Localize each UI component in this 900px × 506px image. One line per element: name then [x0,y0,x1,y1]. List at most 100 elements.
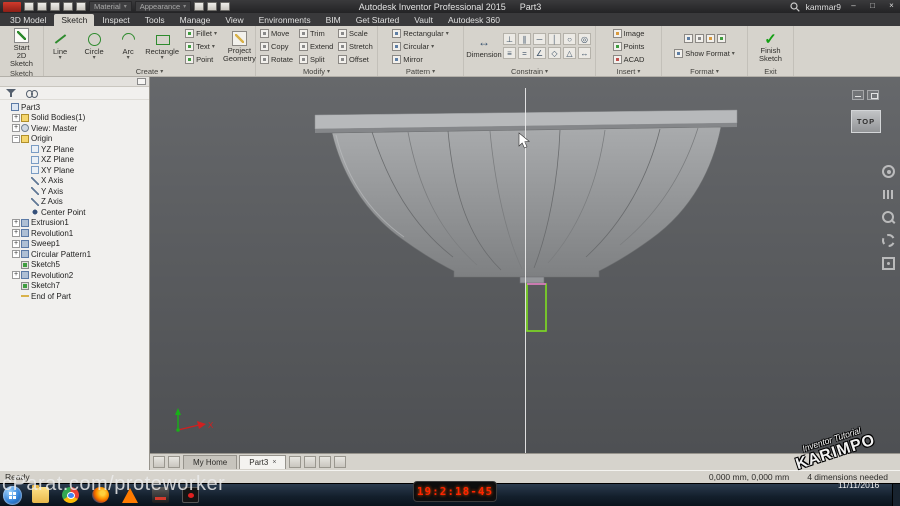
expand-toggle[interactable]: + [12,271,20,280]
ribbon-tab-bim[interactable]: BIM [319,14,348,26]
expand-toggle[interactable]: + [12,239,20,248]
coincident-constraint-button[interactable]: ∠ [533,46,546,59]
new-file-icon[interactable] [24,2,34,11]
tree-node-revolution2[interactable]: + Revolution2 [0,270,149,281]
ribbon-tab-vault[interactable]: Vault [407,14,440,26]
model-hub[interactable] [519,276,545,284]
graphics-window[interactable]: X TOP My Home Part3 × [150,77,900,470]
tree-node-part3[interactable]: Part3 [0,102,149,113]
start-2d-sketch-button[interactable]: Start 2D Sketch [5,27,39,68]
sketch-rectangle[interactable] [526,283,547,332]
ribbon-tab-tools[interactable]: Tools [138,14,172,26]
tree-node-yz-plane[interactable]: YZ Plane [0,144,149,155]
docbar-icon[interactable] [319,456,332,468]
tree-node-center-point[interactable]: Center Point [0,207,149,218]
concentric-constraint-button[interactable]: ◎ [578,32,591,45]
browser-collapse-button[interactable] [137,78,146,85]
panel-label-format[interactable]: Format ▾ [662,66,747,76]
ribbon-tab-view[interactable]: View [218,14,250,26]
rectangle-button[interactable]: Rectangle ▾ [145,31,179,61]
material-browser-icon[interactable] [207,2,218,11]
rotate-button[interactable]: Rotate [258,54,297,66]
doc-restore-button[interactable] [867,90,879,100]
ribbon-tab-manage[interactable]: Manage [173,14,218,26]
smooth-constraint-button[interactable]: ↔ [578,46,591,59]
image-button[interactable]: Image [611,27,647,39]
open-icon[interactable] [37,2,47,11]
find-icon[interactable] [26,89,39,98]
split-button[interactable]: Split [297,54,336,66]
look-at-icon[interactable] [882,257,895,270]
circle-button[interactable]: Circle ▾ [77,31,111,61]
tree-node-sweep1[interactable]: + Sweep1 [0,239,149,250]
extend-button[interactable]: Extend [297,41,336,53]
collinear-constraint-button[interactable]: ≡ [503,46,516,59]
stretch-button[interactable]: Stretch [336,41,375,53]
search-icon[interactable] [789,1,800,12]
tree-node-sketch7[interactable]: Sketch7 [0,281,149,292]
ribbon-tab-get-started[interactable]: Get Started [349,14,406,26]
fillet-button[interactable]: Fillet ▾ [183,27,219,39]
arc-button[interactable]: Arc ▾ [111,31,145,62]
ribbon-tab-sketch[interactable]: Sketch [54,14,95,26]
filter-icon[interactable] [6,88,17,98]
measure-icon[interactable] [194,2,205,11]
close-button[interactable]: × [885,1,898,12]
doc-minimize-button[interactable] [852,90,864,100]
vertical-constraint-button[interactable]: │ [548,32,561,45]
ribbon-tab-3d-model[interactable]: 3D Model [3,14,53,26]
circular-pattern-button[interactable]: Circular ▾ [390,40,450,52]
scale-button[interactable]: Scale [336,28,375,40]
panel-label-create[interactable]: Create ▾ [44,66,255,76]
docbar-icon[interactable] [334,456,347,468]
ribbon-tab-environments[interactable]: Environments [252,14,318,26]
finish-sketch-button[interactable]: FinishSketch [754,30,788,63]
symmetric-constraint-button[interactable]: ◇ [548,46,561,59]
parallel-constraint-button[interactable]: ∥ [518,32,531,45]
panel-label-constrain[interactable]: Constrain ▾ [464,66,595,76]
acad-button[interactable]: ACAD [611,53,647,65]
docbar-icon[interactable] [304,456,317,468]
format-tool-icon[interactable] [683,34,693,43]
point-button[interactable]: Point [183,53,219,65]
maximize-button[interactable]: □ [866,1,879,12]
perpendicular-constraint-button[interactable]: ⊥ [503,32,516,45]
navigation-wheel-icon[interactable] [882,165,895,178]
tree-node-revolution1[interactable]: + Revolution1 [0,228,149,239]
ribbon-tab-autodesk-360[interactable]: Autodesk 360 [441,14,507,26]
panel-label-exit[interactable]: Exit [748,66,793,76]
tree-node-xy-plane[interactable]: XY Plane [0,165,149,176]
panel-label-pattern[interactable]: Pattern ▾ [378,66,463,76]
doc-tab-part3[interactable]: Part3 × [239,455,287,469]
tree-node-origin[interactable]: − Origin [0,134,149,145]
format-tool-icon[interactable] [705,34,715,43]
move-button[interactable]: Move [258,28,297,40]
docbar-icon[interactable] [153,456,165,468]
tree-node-view-master[interactable]: + View: Master [0,123,149,134]
mirror-button[interactable]: Mirror [390,53,450,65]
expand-toggle[interactable]: + [12,124,20,133]
text-button[interactable]: Text ▾ [183,40,219,52]
signin-user[interactable]: kammar9 [806,2,841,12]
tree-node-xz-plane[interactable]: XZ Plane [0,155,149,166]
horizontal-constraint-button[interactable]: ─ [533,32,546,45]
expand-toggle[interactable]: + [12,113,20,122]
docbar-icon[interactable] [168,456,180,468]
model-3d[interactable]: X [150,77,900,453]
collapse-toggle[interactable]: − [12,134,20,143]
copy-button[interactable]: Copy [258,41,297,53]
zoom-icon[interactable] [882,211,895,224]
docbar-icon[interactable] [289,456,302,468]
tree-node-y-axis[interactable]: Y Axis [0,186,149,197]
tangent-constraint-button[interactable]: ○ [563,32,576,45]
ribbon-tab-inspect[interactable]: Inspect [95,14,136,26]
equal-constraint-button[interactable]: = [518,46,531,59]
material-dropdown[interactable]: Material ▾ [89,1,132,12]
offset-button[interactable]: Offset [336,54,375,66]
tree-node-end-of-part[interactable]: End of Part [0,291,149,302]
doc-tab-my-home[interactable]: My Home [183,455,238,469]
expand-toggle[interactable]: + [12,229,20,238]
format-tool-icon[interactable] [694,34,704,43]
format-tool-icon[interactable] [716,34,726,43]
tree-node-sketch5[interactable]: Sketch5 [0,260,149,271]
